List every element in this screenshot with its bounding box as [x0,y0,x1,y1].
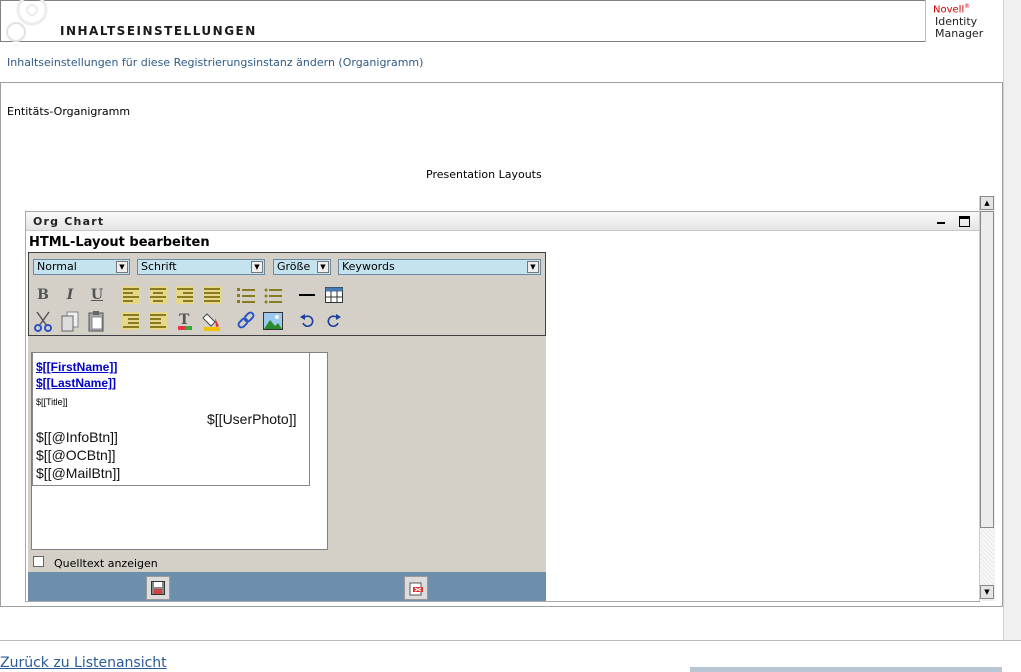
userphoto-token: $[[UserPhoto]] [207,411,297,427]
chevron-down-icon: ▼ [317,261,329,273]
back-to-list-link[interactable]: Zurück zu Listenansicht [0,655,167,671]
link-icon[interactable] [236,311,256,331]
minimize-icon[interactable] [934,214,947,227]
presentation-layouts-label: Presentation Layouts [426,168,542,181]
svg-text:T: T [179,312,190,328]
ordered-list-icon[interactable] [236,285,256,305]
portlet-title-bar [26,212,979,231]
underline-icon[interactable]: U [87,285,107,305]
highlight-color-icon[interactable] [202,311,222,331]
redo-icon[interactable] [324,311,344,331]
chevron-down-icon: ▼ [527,261,539,273]
image-icon[interactable] [263,311,283,331]
entity-label: Entitäts-Organigramm [7,105,131,118]
lastname-token[interactable]: $[[LastName]] [36,376,116,390]
indent-icon[interactable] [148,311,168,331]
editor-footer-bar [28,572,546,601]
maximize-icon[interactable] [958,214,971,227]
keywords-select[interactable]: Keywords ▼ [338,259,541,275]
mailbtn-token: $[[@MailBtn]] [36,465,121,481]
undo-icon[interactable] [297,311,317,331]
size-select[interactable]: Größe ▼ [273,259,331,275]
status-strip [690,667,1002,672]
infobtn-token: $[[@InfoBtn]] [36,429,118,445]
portlet-title: Org Chart [33,215,105,228]
outdent-icon[interactable] [121,311,141,331]
show-source-label: Quelltext anzeigen [54,557,158,570]
firstname-token[interactable]: $[[FirstName]] [36,360,117,374]
gear-watermark-icon [6,0,48,42]
ocbtn-token: $[[@OCBtn]] [36,447,116,463]
horizontal-rule-icon[interactable] [297,285,317,305]
title-token: $[[Title]] [36,397,68,407]
align-right-icon[interactable] [175,285,195,305]
scroll-up-icon[interactable]: ▲ [980,196,994,210]
font-select[interactable]: Schrift ▼ [137,259,265,275]
format-select[interactable]: Normal ▼ [33,259,130,275]
italic-icon[interactable]: I [60,285,80,305]
save-button[interactable] [146,576,170,600]
align-center-icon[interactable] [148,285,168,305]
page-scrollbar[interactable] [1003,0,1021,640]
save-icon [151,581,165,595]
scroll-track[interactable] [980,528,994,584]
show-source-checkbox[interactable] [33,556,44,567]
justify-icon[interactable] [202,285,222,305]
text-color-icon[interactable]: T [175,311,195,331]
paste-icon[interactable] [87,311,107,332]
cancel-button[interactable] [404,576,428,600]
align-left-icon[interactable] [121,285,141,305]
scroll-down-icon[interactable]: ▼ [980,585,994,599]
divider [0,640,1021,641]
bold-icon[interactable]: B [33,285,53,305]
page-title: INHALTSEINSTELLUNGEN [60,24,257,38]
chevron-down-icon: ▼ [251,261,263,273]
editor-heading: HTML-Layout bearbeiten [29,235,210,250]
cut-icon[interactable] [33,311,53,332]
copy-icon[interactable] [60,311,80,332]
scroll-thumb[interactable] [980,211,994,528]
page-subtitle: Inhaltseinstellungen für diese Registrie… [7,56,424,69]
cancel-icon [409,582,423,596]
brand-novell: Novell® [933,3,971,16]
table-icon[interactable] [324,285,344,305]
brand-manager: Manager [935,27,984,40]
chevron-down-icon: ▼ [116,261,128,273]
unordered-list-icon[interactable] [263,285,283,305]
